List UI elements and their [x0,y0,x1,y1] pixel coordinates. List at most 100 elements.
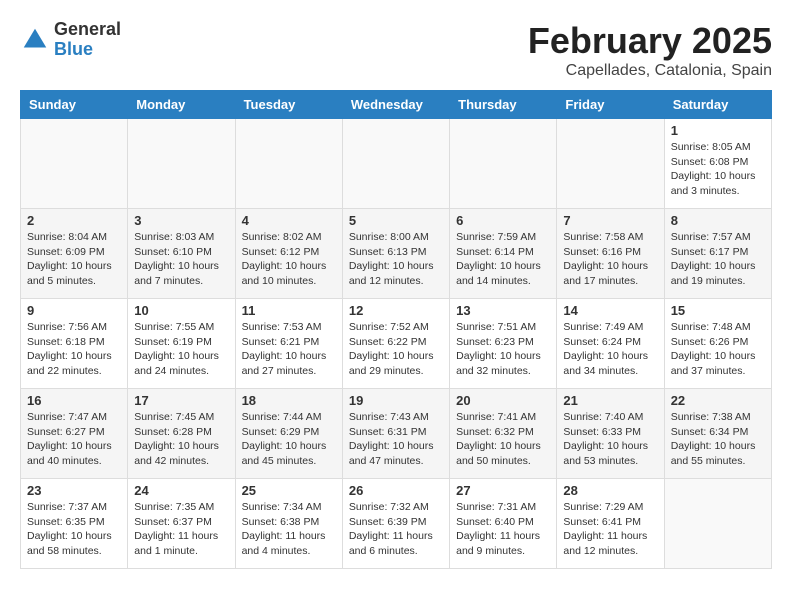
day-info: Sunrise: 7:31 AM Sunset: 6:40 PM Dayligh… [456,500,550,559]
calendar-cell: 15Sunrise: 7:48 AM Sunset: 6:26 PM Dayli… [664,299,771,389]
day-info: Sunrise: 7:52 AM Sunset: 6:22 PM Dayligh… [349,320,443,379]
calendar-cell: 18 Sunrise: 7:44 AM Sunset: 6:29 PM Dayli… [235,389,342,479]
day-number: 1 [671,123,765,138]
logo-icon [20,25,50,55]
calendar-cell [557,119,664,209]
calendar-week-row-2: 9Sunrise: 7:56 AM Sunset: 6:18 PM Daylig… [21,299,772,389]
calendar-table: SundayMondayTuesdayWednesdayThursdayFrid… [20,90,772,569]
location-subtitle: Capellades, Catalonia, Spain [528,62,772,80]
day-number: 28 [563,483,657,498]
month-year-title: February 2025 [528,20,772,62]
calendar-cell: 12 Sunrise: 7:52 AM Sunset: 6:22 PM Dayli… [342,299,449,389]
calendar-cell: 19 Sunrise: 7:43 AM Sunset: 6:31 PM Dayli… [342,389,449,479]
calendar-cell [235,119,342,209]
day-number: 11 [242,303,336,318]
calendar-cell [664,479,771,569]
calendar-cell: 5Sunrise: 8:00 AM Sunset: 6:13 PM Daylig… [342,209,449,299]
calendar-week-row-0: 1 Sunrise: 8:05 AM Sunset: 6:08 PM Daylig… [21,119,772,209]
day-info: Sunrise: 7:47 AM Sunset: 6:27 PM Dayligh… [27,410,121,469]
calendar-cell: 17 Sunrise: 7:45 AM Sunset: 6:28 PM Dayli… [128,389,235,479]
calendar-cell: 3Sunrise: 8:03 AM Sunset: 6:10 PM Daylig… [128,209,235,299]
day-number: 12 [349,303,443,318]
weekday-header-tuesday: Tuesday [235,91,342,119]
calendar-cell: 20 Sunrise: 7:41 AM Sunset: 6:32 PM Dayli… [450,389,557,479]
calendar-cell: 6 Sunrise: 7:59 AM Sunset: 6:14 PM Daylig… [450,209,557,299]
calendar-cell: 25 Sunrise: 7:34 AM Sunset: 6:38 PM Dayli… [235,479,342,569]
day-number: 18 [242,393,336,408]
day-number: 22 [671,393,765,408]
day-info: Sunrise: 7:34 AM Sunset: 6:38 PM Dayligh… [242,500,336,559]
day-info: Sunrise: 7:44 AM Sunset: 6:29 PM Dayligh… [242,410,336,469]
day-info: Sunrise: 7:37 AM Sunset: 6:35 PM Dayligh… [27,500,121,559]
day-info: Sunrise: 8:03 AM Sunset: 6:10 PM Dayligh… [134,230,228,289]
weekday-header-thursday: Thursday [450,91,557,119]
calendar-week-row-3: 16 Sunrise: 7:47 AM Sunset: 6:27 PM Dayli… [21,389,772,479]
calendar-week-row-1: 2 Sunrise: 8:04 AM Sunset: 6:09 PM Daylig… [21,209,772,299]
calendar-cell: 7Sunrise: 7:58 AM Sunset: 6:16 PM Daylig… [557,209,664,299]
day-info: Sunrise: 7:35 AM Sunset: 6:37 PM Dayligh… [134,500,228,559]
day-info: Sunrise: 8:00 AM Sunset: 6:13 PM Dayligh… [349,230,443,289]
day-info: Sunrise: 7:49 AM Sunset: 6:24 PM Dayligh… [563,320,657,379]
weekday-header-wednesday: Wednesday [342,91,449,119]
calendar-cell: 2 Sunrise: 8:04 AM Sunset: 6:09 PM Daylig… [21,209,128,299]
calendar-cell: 10 Sunrise: 7:55 AM Sunset: 6:19 PM Dayli… [128,299,235,389]
day-info: Sunrise: 7:41 AM Sunset: 6:32 PM Dayligh… [456,410,550,469]
day-info: Sunrise: 7:48 AM Sunset: 6:26 PM Dayligh… [671,320,765,379]
day-number: 8 [671,213,765,228]
day-info: Sunrise: 8:05 AM Sunset: 6:08 PM Dayligh… [671,140,765,199]
day-number: 2 [27,213,121,228]
day-info: Sunrise: 7:59 AM Sunset: 6:14 PM Dayligh… [456,230,550,289]
calendar-cell: 23 Sunrise: 7:37 AM Sunset: 6:35 PM Dayli… [21,479,128,569]
day-number: 24 [134,483,228,498]
day-info: Sunrise: 7:32 AM Sunset: 6:39 PM Dayligh… [349,500,443,559]
day-number: 26 [349,483,443,498]
calendar-cell: 11 Sunrise: 7:53 AM Sunset: 6:21 PM Dayli… [235,299,342,389]
day-number: 13 [456,303,550,318]
calendar-cell: 14 Sunrise: 7:49 AM Sunset: 6:24 PM Dayli… [557,299,664,389]
calendar-cell: 28 Sunrise: 7:29 AM Sunset: 6:41 PM Dayli… [557,479,664,569]
calendar-cell [21,119,128,209]
calendar-cell [450,119,557,209]
day-info: Sunrise: 7:45 AM Sunset: 6:28 PM Dayligh… [134,410,228,469]
day-number: 21 [563,393,657,408]
day-number: 6 [456,213,550,228]
logo-text: General Blue [54,20,121,60]
calendar-cell: 27Sunrise: 7:31 AM Sunset: 6:40 PM Dayli… [450,479,557,569]
day-number: 23 [27,483,121,498]
day-number: 14 [563,303,657,318]
weekday-header-sunday: Sunday [21,91,128,119]
header: General Blue February 2025 Capellades, C… [20,20,772,80]
day-number: 19 [349,393,443,408]
day-info: Sunrise: 7:55 AM Sunset: 6:19 PM Dayligh… [134,320,228,379]
calendar-cell: 24 Sunrise: 7:35 AM Sunset: 6:37 PM Dayli… [128,479,235,569]
calendar-cell: 1 Sunrise: 8:05 AM Sunset: 6:08 PM Daylig… [664,119,771,209]
day-info: Sunrise: 7:40 AM Sunset: 6:33 PM Dayligh… [563,410,657,469]
day-number: 16 [27,393,121,408]
day-info: Sunrise: 7:53 AM Sunset: 6:21 PM Dayligh… [242,320,336,379]
day-number: 10 [134,303,228,318]
calendar-cell: 26 Sunrise: 7:32 AM Sunset: 6:39 PM Dayli… [342,479,449,569]
calendar-cell [342,119,449,209]
logo-blue-text: Blue [54,40,121,60]
calendar-cell: 22Sunrise: 7:38 AM Sunset: 6:34 PM Dayli… [664,389,771,479]
title-section: February 2025 Capellades, Catalonia, Spa… [528,20,772,80]
day-info: Sunrise: 8:02 AM Sunset: 6:12 PM Dayligh… [242,230,336,289]
day-info: Sunrise: 7:43 AM Sunset: 6:31 PM Dayligh… [349,410,443,469]
calendar-cell: 16 Sunrise: 7:47 AM Sunset: 6:27 PM Dayli… [21,389,128,479]
calendar-cell: 9Sunrise: 7:56 AM Sunset: 6:18 PM Daylig… [21,299,128,389]
day-number: 20 [456,393,550,408]
day-number: 9 [27,303,121,318]
weekday-header-row: SundayMondayTuesdayWednesdayThursdayFrid… [21,91,772,119]
calendar-cell: 13 Sunrise: 7:51 AM Sunset: 6:23 PM Dayli… [450,299,557,389]
day-number: 25 [242,483,336,498]
weekday-header-monday: Monday [128,91,235,119]
day-info: Sunrise: 7:51 AM Sunset: 6:23 PM Dayligh… [456,320,550,379]
day-info: Sunrise: 7:57 AM Sunset: 6:17 PM Dayligh… [671,230,765,289]
calendar-cell: 8 Sunrise: 7:57 AM Sunset: 6:17 PM Daylig… [664,209,771,299]
day-number: 17 [134,393,228,408]
calendar-cell: 21 Sunrise: 7:40 AM Sunset: 6:33 PM Dayli… [557,389,664,479]
day-info: Sunrise: 8:04 AM Sunset: 6:09 PM Dayligh… [27,230,121,289]
day-number: 7 [563,213,657,228]
logo: General Blue [20,20,121,60]
day-info: Sunrise: 7:29 AM Sunset: 6:41 PM Dayligh… [563,500,657,559]
